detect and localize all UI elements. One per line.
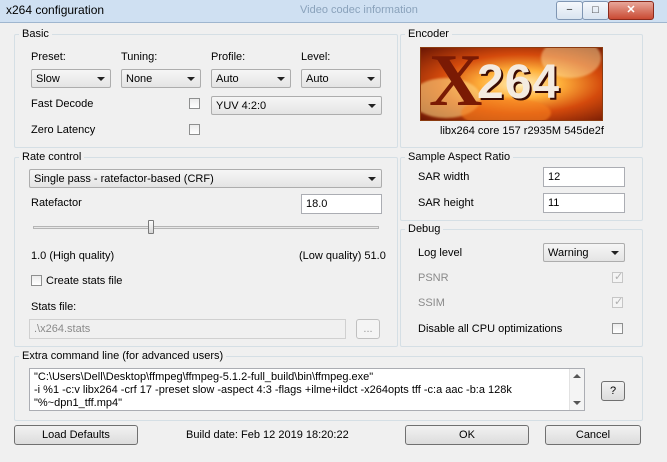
chevron-down-icon (368, 177, 376, 181)
profile-label: Profile: (211, 51, 246, 63)
background-window-title: Video codec information (300, 4, 418, 16)
stats-file-input[interactable]: .\x264.stats (29, 319, 346, 339)
scroll-up-icon[interactable] (573, 374, 581, 378)
build-date: Build date: Feb 12 2019 18:20:22 (186, 429, 349, 441)
disable-cpu-checkbox[interactable] (612, 323, 623, 334)
sar-height-input[interactable]: 11 (543, 193, 625, 213)
zero-latency-checkbox[interactable] (189, 124, 200, 135)
basic-legend: Basic (19, 28, 52, 40)
checkmark-icon: ✓ (614, 271, 624, 283)
cancel-button[interactable]: Cancel (545, 425, 641, 445)
rate-control-mode-value: Single pass - ratefactor-based (CRF) (34, 173, 214, 185)
ratefactor-label: Ratefactor (31, 197, 82, 209)
ratefactor-max-label: (Low quality) 51.0 (299, 250, 386, 262)
textarea-scrollbar[interactable] (569, 369, 584, 410)
chevron-down-icon (97, 77, 105, 81)
level-select[interactable]: Auto (301, 69, 381, 88)
psnr-checkbox[interactable]: ✓ (612, 271, 624, 283)
sar-width-value: 12 (548, 171, 561, 183)
log-level-value: Warning (548, 247, 589, 259)
log-level-select[interactable]: Warning (543, 243, 625, 262)
minimize-button[interactable]: − (556, 1, 583, 20)
ratefactor-input[interactable]: 18.0 (301, 194, 382, 214)
profile-select[interactable]: Auto (211, 69, 291, 88)
ssim-checkbox[interactable]: ✓ (612, 296, 624, 308)
rate-control-mode-select[interactable]: Single pass - ratefactor-based (CRF) (29, 169, 382, 188)
ssim-label: SSIM (418, 297, 445, 309)
ok-button[interactable]: OK (405, 425, 529, 445)
tuning-label: Tuning: (121, 51, 158, 63)
tuning-value: None (126, 73, 153, 85)
debug-legend: Debug (405, 223, 444, 235)
command-line-2: -i %1 -c:v libx264 -crf 17 -preset slow … (34, 384, 512, 396)
ratefactor-value: 18.0 (306, 198, 328, 210)
sar-width-label: SAR width (418, 171, 470, 183)
chevron-down-icon (368, 104, 376, 108)
rate-control-legend: Rate control (19, 151, 85, 163)
colorspace-value: YUV 4:2:0 (216, 100, 267, 112)
chevron-down-icon (187, 77, 195, 81)
fast-decode-checkbox[interactable] (189, 98, 200, 109)
load-defaults-button[interactable]: Load Defaults (14, 425, 138, 445)
sar-height-label: SAR height (418, 197, 474, 209)
encoder-legend: Encoder (405, 28, 452, 40)
profile-value: Auto (216, 73, 239, 85)
level-value: Auto (306, 73, 329, 85)
create-stats-label: Create stats file (46, 275, 123, 287)
checkmark-icon: ✓ (614, 296, 624, 308)
sar-legend: Sample Aspect Ratio (405, 151, 514, 163)
sar-width-input[interactable]: 12 (543, 167, 625, 187)
x-mark-icon: X (429, 47, 483, 121)
preset-value: Slow (36, 73, 60, 85)
ratefactor-slider-thumb[interactable] (148, 220, 154, 234)
command-line-1: "C:\Users\Dell\Desktop\ffmpeg\ffmpeg-5.1… (34, 371, 374, 383)
fast-decode-label: Fast Decode (31, 98, 94, 110)
scroll-down-icon[interactable] (573, 401, 581, 405)
extra-command-legend: Extra command line (for advanced users) (19, 350, 227, 362)
zero-latency-label: Zero Latency (31, 124, 96, 136)
stats-file-value: .\x264.stats (34, 323, 91, 335)
window-title: x264 configuration (6, 3, 105, 17)
logo-text: 264 (477, 56, 561, 109)
chevron-down-icon (611, 251, 619, 255)
extra-command-textarea[interactable]: "C:\Users\Dell\Desktop\ffmpeg\ffmpeg-5.1… (29, 368, 585, 411)
x264-logo: X 264 (420, 47, 603, 121)
ratefactor-slider-track[interactable] (33, 226, 379, 229)
preset-select[interactable]: Slow (31, 69, 111, 88)
close-button[interactable]: ✕ (608, 1, 654, 20)
title-bar[interactable]: x264 configuration Video codec informati… (0, 0, 667, 23)
command-line-3: "%~dpn1_tff.mp4" (34, 397, 123, 409)
stats-file-label: Stats file: (31, 301, 77, 313)
level-label: Level: (301, 51, 331, 63)
encoder-version: libx264 core 157 r2935M 545de2f (440, 125, 604, 137)
tuning-select[interactable]: None (121, 69, 201, 88)
sar-height-value: 11 (548, 197, 560, 209)
psnr-label: PSNR (418, 272, 449, 284)
help-button[interactable]: ? (601, 381, 625, 401)
preset-label: Preset: (31, 51, 66, 63)
create-stats-checkbox[interactable] (31, 275, 42, 286)
chevron-down-icon (367, 77, 375, 81)
disable-cpu-label: Disable all CPU optimizations (418, 323, 563, 335)
browse-button[interactable]: ... (356, 319, 380, 339)
ratefactor-min-label: 1.0 (High quality) (31, 250, 115, 262)
colorspace-select[interactable]: YUV 4:2:0 (211, 96, 382, 115)
maximize-button[interactable]: □ (582, 1, 609, 20)
log-level-label: Log level (418, 247, 463, 259)
chevron-down-icon (277, 77, 285, 81)
